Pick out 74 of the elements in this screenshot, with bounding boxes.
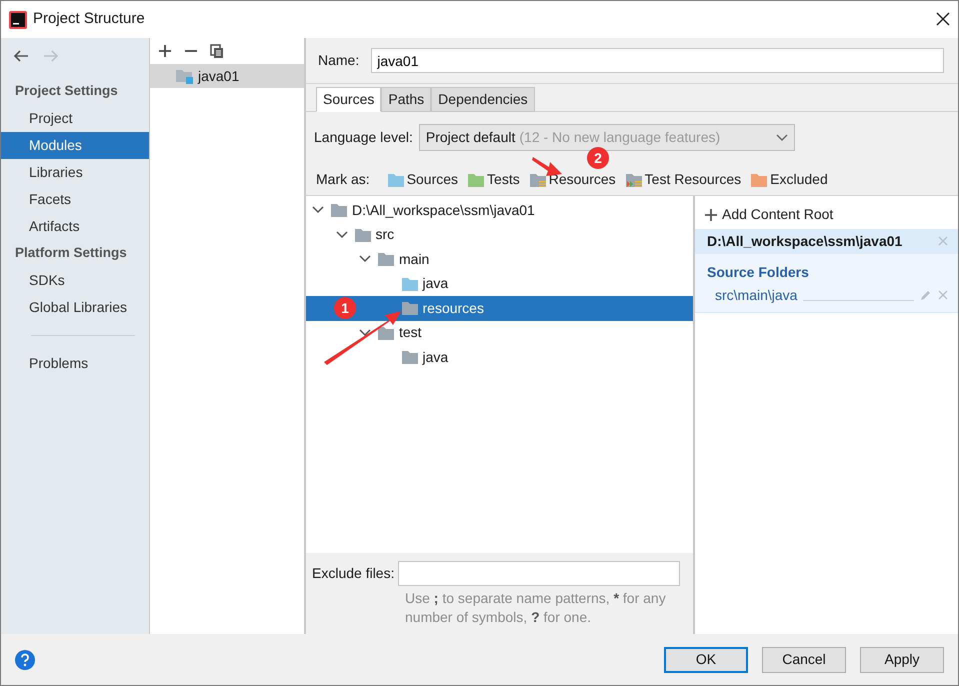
chevron-down-icon [776,134,788,142]
test-folder-icon [468,172,484,186]
resources-folder-icon [530,172,546,186]
dropdown-detail: (12 - No new language features) [519,128,720,147]
module-folder-icon [176,68,194,84]
field-label: Exclude files: [312,564,394,583]
close-icon [938,290,948,300]
plus-icon [705,208,717,220]
help-icon [15,650,35,670]
close-icon [938,236,948,246]
tree-row[interactable]: java [306,272,693,296]
sidebar-item[interactable]: Facets [1,186,149,213]
step-marker: 2 [587,147,609,169]
mark-as-button[interactable]: Test Resources [626,169,742,190]
add-content-root-button[interactable]: Add Content Root [695,196,844,229]
section-heading: Project Settings [14,82,119,100]
tab[interactable]: Dependencies [431,87,535,112]
folder-icon [354,228,370,242]
sidebar-item[interactable]: Libraries [1,159,149,186]
sidebar-item[interactable]: Problems [1,350,149,377]
tab[interactable]: Paths [381,87,432,112]
copy-icon [210,44,224,58]
name-field[interactable]: java01 [371,48,944,73]
sidebar-item[interactable]: Global Libraries [1,294,149,321]
hint-text: Use ; to separate name patterns, * for any number of symbols, ? for one. [405,588,667,628]
source-folder-icon [402,276,418,291]
module-item[interactable]: java01 [150,64,304,88]
dialog-button[interactable]: OK [664,646,748,672]
dialog-button[interactable]: Apply [860,646,944,672]
tree-row[interactable]: D:\All_workspace\ssm\java01 [306,198,693,222]
field-label: Language level: [314,128,413,147]
test-resources-folder-icon [626,172,642,186]
tree-row[interactable]: java [306,345,693,370]
tree-row[interactable]: src [306,222,693,247]
app-logo-icon [9,10,27,28]
mark-as-button[interactable]: Excluded [751,169,828,190]
exclude-files-field[interactable] [398,560,680,586]
window-title: Project Structure [33,9,145,30]
field-label: Mark as: [316,170,370,189]
tab[interactable]: Sources [316,87,382,112]
dropdown-value: Project default [426,128,516,147]
field-label: Name: [318,51,360,70]
back-arrow-icon [13,48,29,64]
add-button[interactable] [158,44,172,58]
group-heading: Source Folders [706,263,810,282]
close-icon [936,12,950,26]
content-root-header[interactable]: D:\All_workspace\ssm\java01 [695,229,958,254]
help-button[interactable] [15,650,35,670]
tree-row[interactable]: test [306,320,693,345]
tree-row[interactable]: main [306,247,693,272]
folder-icon [402,350,418,364]
language-level-dropdown[interactable]: Project default (12 - No new language features) [418,124,795,151]
annotation-arrow [532,157,562,176]
plus-icon [158,44,172,58]
mark-as-button[interactable]: Sources [388,169,458,190]
chevron-down-icon [336,228,348,241]
section-heading: Platform Settings [14,244,128,262]
minus-icon [184,50,198,52]
dialog-button[interactable]: Cancel [762,646,846,672]
copy-button[interactable] [210,44,224,58]
sidebar-item[interactable]: SDKs [1,267,149,294]
source-folder-icon [388,172,404,186]
forward-arrow-icon [43,48,59,64]
sidebar-item[interactable]: Modules [1,132,149,159]
sidebar-item[interactable]: Project [1,105,149,132]
folder-icon [331,203,347,218]
mark-as-button[interactable]: Tests [468,169,520,190]
source-folder-path: src\main\java [715,286,798,305]
folder-icon [378,252,394,266]
folder-icon [378,326,394,340]
sidebar-item[interactable]: Artifacts [1,213,149,240]
excluded-folder-icon [751,172,768,186]
pencil-icon [920,289,932,302]
folder-icon [402,301,418,316]
